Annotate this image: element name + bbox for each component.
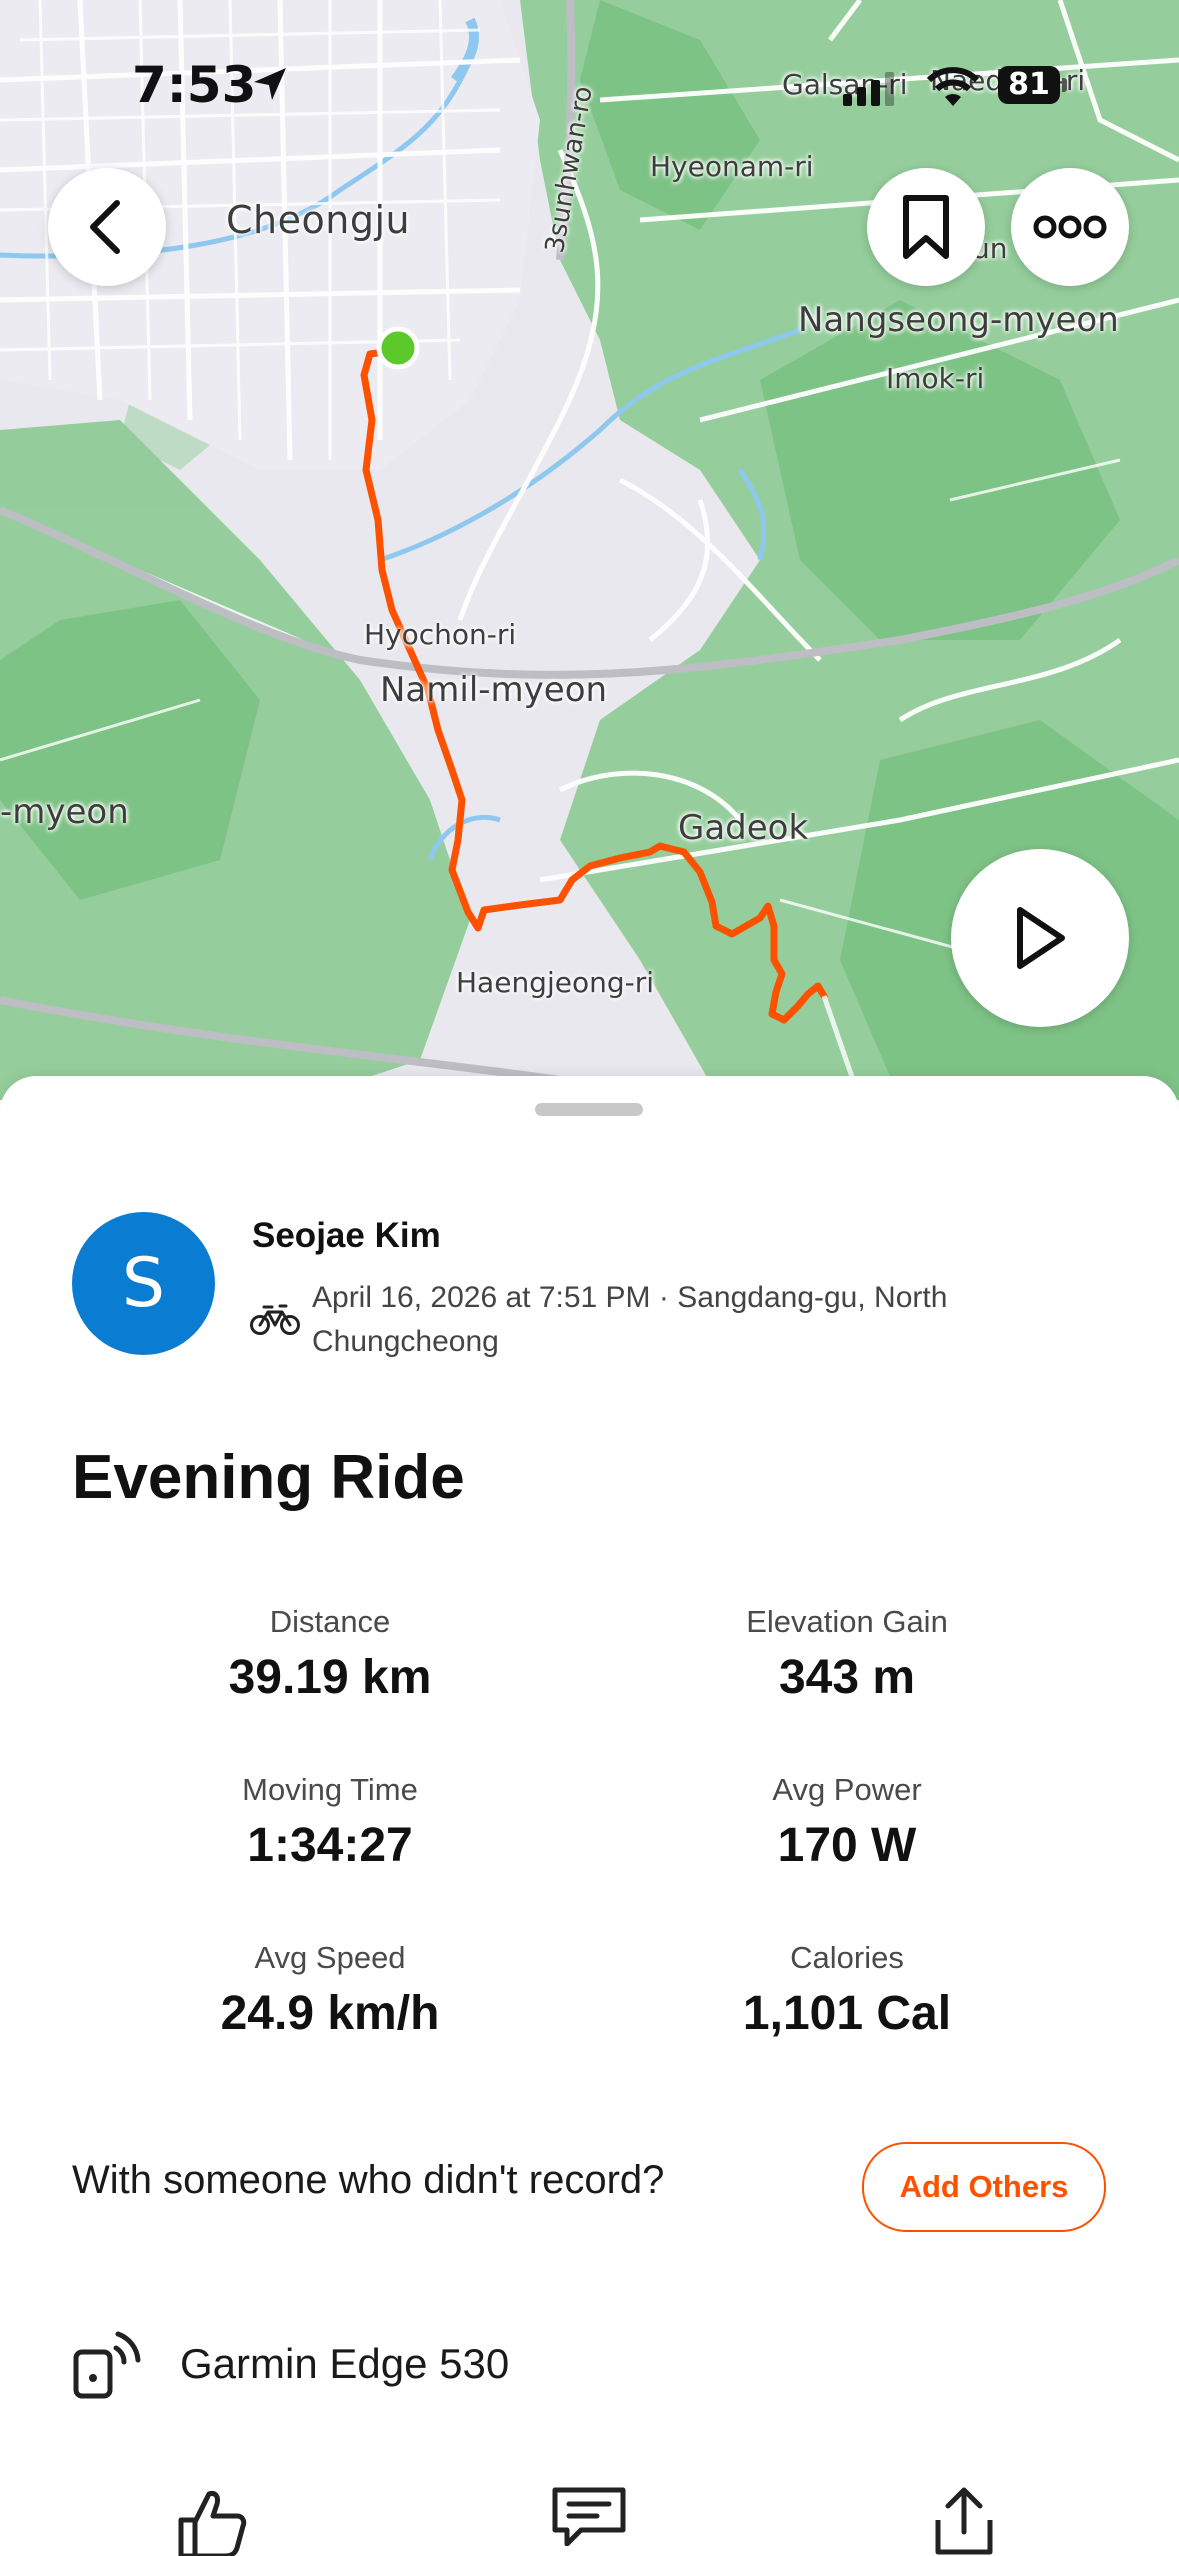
map-label-imok-ri: Imok-ri (886, 362, 985, 395)
back-icon (90, 200, 120, 254)
map-label-nangseong-myeon: Nangseong-myeon (798, 300, 1119, 340)
wifi-icon (926, 67, 980, 106)
stat-distance: Distance 39.19 km (70, 1604, 590, 1705)
kudos-icon[interactable] (175, 2486, 247, 2556)
map-label-hyochon-ri: Hyochon-ri (364, 618, 517, 651)
stat-value: 24.9 km/h (220, 1987, 440, 2040)
stat-avg-speed: Avg Speed 24.9 km/h (70, 1940, 590, 2041)
stat-calories: Calories 1,101 Cal (587, 1940, 1107, 2041)
bookmark-icon (903, 195, 949, 259)
play-icon (1017, 907, 1065, 969)
add-others-prompt: With someone who didn't record? (72, 2158, 665, 2202)
map-label-gadeok: Gadeok (678, 808, 809, 848)
more-options-button[interactable] (1011, 168, 1129, 286)
athlete-name[interactable]: Seojae Kim (252, 1216, 441, 1256)
stat-elevation-gain: Elevation Gain 343 m (587, 1604, 1107, 1705)
device-icon (73, 2331, 141, 2399)
activity-title: Evening Ride (72, 1443, 465, 1512)
stat-label: Calories (790, 1940, 904, 1975)
stat-label: Avg Speed (254, 1940, 406, 1975)
activity-sheet[interactable]: S Seojae Kim April 16, 2026 at 7:51 PM ·… (0, 1076, 1179, 2556)
map-label-cheongju: Cheongju (226, 198, 411, 242)
sheet-grabber[interactable] (535, 1103, 643, 1116)
play-flyover-button[interactable] (951, 849, 1129, 1027)
activity-meta: April 16, 2026 at 7:51 PM · Sangdang-gu,… (312, 1281, 948, 1358)
battery-indicator: 81 (998, 66, 1060, 104)
stat-value: 1,101 Cal (742, 1987, 952, 2040)
stat-value: 170 W (777, 1819, 917, 1872)
stat-label: Elevation Gain (746, 1604, 948, 1639)
stat-label: Moving Time (242, 1772, 418, 1807)
battery-tip (1062, 78, 1067, 92)
avatar[interactable]: S (72, 1212, 215, 1355)
comment-icon[interactable] (551, 2486, 627, 2546)
stat-value: 343 m (778, 1651, 916, 1704)
map-label-haengjeong-ri: Haengjeong-ri (456, 966, 655, 999)
start-marker (376, 326, 420, 370)
location-arrow-icon (254, 68, 286, 100)
stat-label: Distance (269, 1604, 391, 1639)
add-others-button[interactable]: Add Others (862, 2142, 1106, 2232)
status-time: 7:53 (132, 56, 257, 114)
map-label-myeon: -myeon (0, 792, 129, 832)
stat-avg-power: Avg Power 170 W (587, 1772, 1107, 1873)
stat-label: Avg Power (772, 1772, 922, 1807)
device-name: Garmin Edge 530 (180, 2340, 510, 2387)
map-label-hyeonam-ri: Hyeonam-ri (650, 150, 814, 183)
cellular-signal-icon (843, 72, 894, 106)
share-icon[interactable] (930, 2486, 998, 2556)
stat-value: 39.19 km (228, 1651, 432, 1704)
bookmark-button[interactable] (867, 168, 985, 286)
bike-icon (250, 1304, 300, 1335)
stat-moving-time: Moving Time 1:34:27 (70, 1772, 590, 1873)
more-icon (1033, 215, 1107, 239)
stat-value: 1:34:27 (247, 1819, 413, 1872)
map-label-namil-myeon: Namil-myeon (380, 670, 608, 710)
back-button[interactable] (48, 168, 166, 286)
